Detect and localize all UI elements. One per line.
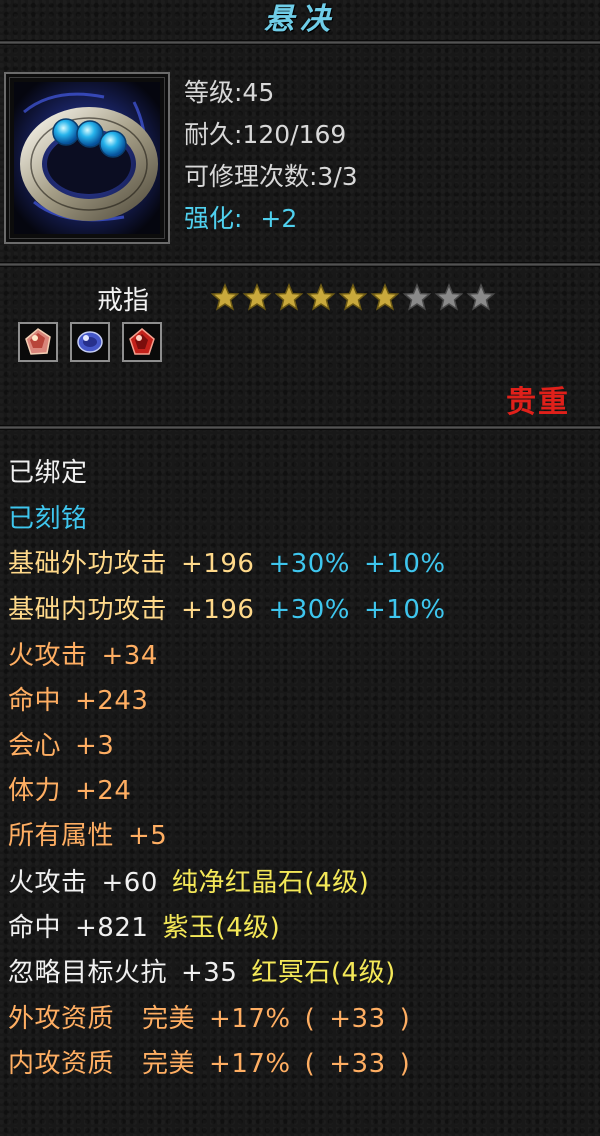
stat-value: +60 — [101, 868, 158, 898]
aptitude-name: 外攻资质 — [8, 1004, 115, 1034]
base-attack-row: 基础外功攻击 +196 +30% +10% — [8, 547, 446, 581]
item-name: 悬决 — [264, 2, 336, 37]
aptitude-row: 外攻资质 完美 +17% ( +33) — [8, 1002, 410, 1036]
aptitude-open: ( — [304, 1004, 316, 1034]
gem-socket[interactable] — [122, 322, 162, 362]
crimson-gem-icon — [129, 328, 155, 355]
star-filled-icon — [242, 283, 272, 311]
divider — [0, 425, 600, 430]
star-empty-icon — [466, 283, 496, 311]
gem-socket[interactable] — [70, 322, 110, 362]
aptitude-close: ) — [399, 1004, 411, 1034]
bonus-stat-row: 火攻击 +34 — [8, 639, 158, 673]
aptitude-grade: 完美 — [142, 1004, 196, 1034]
divider — [0, 262, 600, 267]
bonus-stat-row: 命中 +243 — [8, 684, 148, 718]
aptitude-pct: +17% — [209, 1049, 291, 1079]
stat-name: 忽略目标火抗 — [8, 958, 168, 988]
rarity-label: 贵重 — [506, 385, 570, 420]
stat-value: +24 — [75, 776, 132, 806]
stat-value: +5 — [128, 821, 168, 851]
engraved-status: 已刻铭 — [8, 504, 88, 534]
gem-socket[interactable] — [18, 322, 58, 362]
attr-bonus-1: +30% — [268, 595, 351, 625]
star-filled-icon — [274, 283, 304, 311]
star-filled-icon — [306, 283, 336, 311]
bonus-stat-row: 所有属性 +5 — [8, 819, 167, 853]
bound-status: 已绑定 — [8, 458, 88, 488]
stat-name: 会心 — [8, 731, 62, 761]
bonus-stat-row: 体力 +24 — [8, 774, 131, 808]
enhance-value: +2 — [260, 204, 298, 233]
item-durability: 耐久:120/169 — [184, 120, 347, 149]
stat-value: +35 — [181, 958, 238, 988]
gem-sockets — [18, 322, 162, 362]
item-enhance: 强化: +2 — [184, 204, 297, 234]
item-tooltip: 悬决 等级:45 耐久:120/169 可修理次数:3/3 强化: +2 戒指 … — [0, 0, 600, 1136]
gem-name: 紫玉(4级) — [162, 913, 281, 943]
stat-name: 体力 — [8, 776, 62, 806]
ring-icon — [14, 82, 160, 234]
aptitude-row: 内攻资质 完美 +17% ( +33) — [8, 1047, 410, 1081]
aptitude-name: 内攻资质 — [8, 1049, 115, 1079]
attr-bonus-2: +10% — [364, 595, 446, 625]
star-empty-icon — [434, 283, 464, 311]
attr-value: +196 — [181, 549, 255, 579]
attr-value: +196 — [181, 595, 255, 625]
stat-value: +821 — [75, 913, 149, 943]
stat-name: 火攻击 — [8, 868, 88, 898]
star-filled-icon — [210, 283, 240, 311]
item-repair-count: 可修理次数:3/3 — [184, 162, 358, 191]
gem-stat-row: 忽略目标火抗 +35 红冥石(4级) — [8, 956, 396, 990]
stat-name: 所有属性 — [8, 821, 115, 851]
attr-bonus-1: +30% — [268, 549, 351, 579]
aptitude-bonus: +33 — [329, 1004, 386, 1034]
gem-name: 纯净红晶石(4级) — [171, 868, 370, 898]
bonus-stat-row: 会心 +3 — [8, 729, 114, 763]
aptitude-bonus: +33 — [329, 1049, 386, 1079]
gem-stat-row: 火攻击 +60 纯净红晶石(4级) — [8, 866, 369, 900]
star-filled-icon — [338, 283, 368, 311]
star-filled-icon — [370, 283, 400, 311]
gem-name: 红冥石(4级) — [251, 958, 396, 988]
gem-stat-row: 命中 +821 紫玉(4级) — [8, 911, 280, 945]
star-rating — [210, 283, 496, 311]
red-gem-icon — [25, 328, 51, 355]
item-level: 等级:45 — [184, 78, 275, 107]
stat-name: 命中 — [8, 913, 62, 943]
stat-value: +34 — [101, 641, 158, 671]
divider — [0, 40, 600, 45]
star-empty-icon — [402, 283, 432, 311]
stat-value: +3 — [75, 731, 115, 761]
stat-value: +243 — [75, 686, 149, 716]
blue-gem-icon — [77, 331, 103, 353]
base-attack-row: 基础内功攻击 +196 +30% +10% — [8, 593, 446, 627]
stat-name: 火攻击 — [8, 641, 88, 671]
aptitude-close: ) — [399, 1049, 411, 1079]
item-icon-frame — [4, 72, 170, 244]
stat-name: 命中 — [8, 686, 62, 716]
attr-name: 基础内功攻击 — [8, 595, 168, 625]
attr-bonus-2: +10% — [364, 549, 446, 579]
attr-name: 基础外功攻击 — [8, 549, 168, 579]
enhance-label: 强化: — [184, 204, 243, 233]
item-type: 戒指 — [97, 286, 150, 316]
aptitude-pct: +17% — [209, 1004, 291, 1034]
aptitude-grade: 完美 — [142, 1049, 196, 1079]
aptitude-open: ( — [304, 1049, 316, 1079]
